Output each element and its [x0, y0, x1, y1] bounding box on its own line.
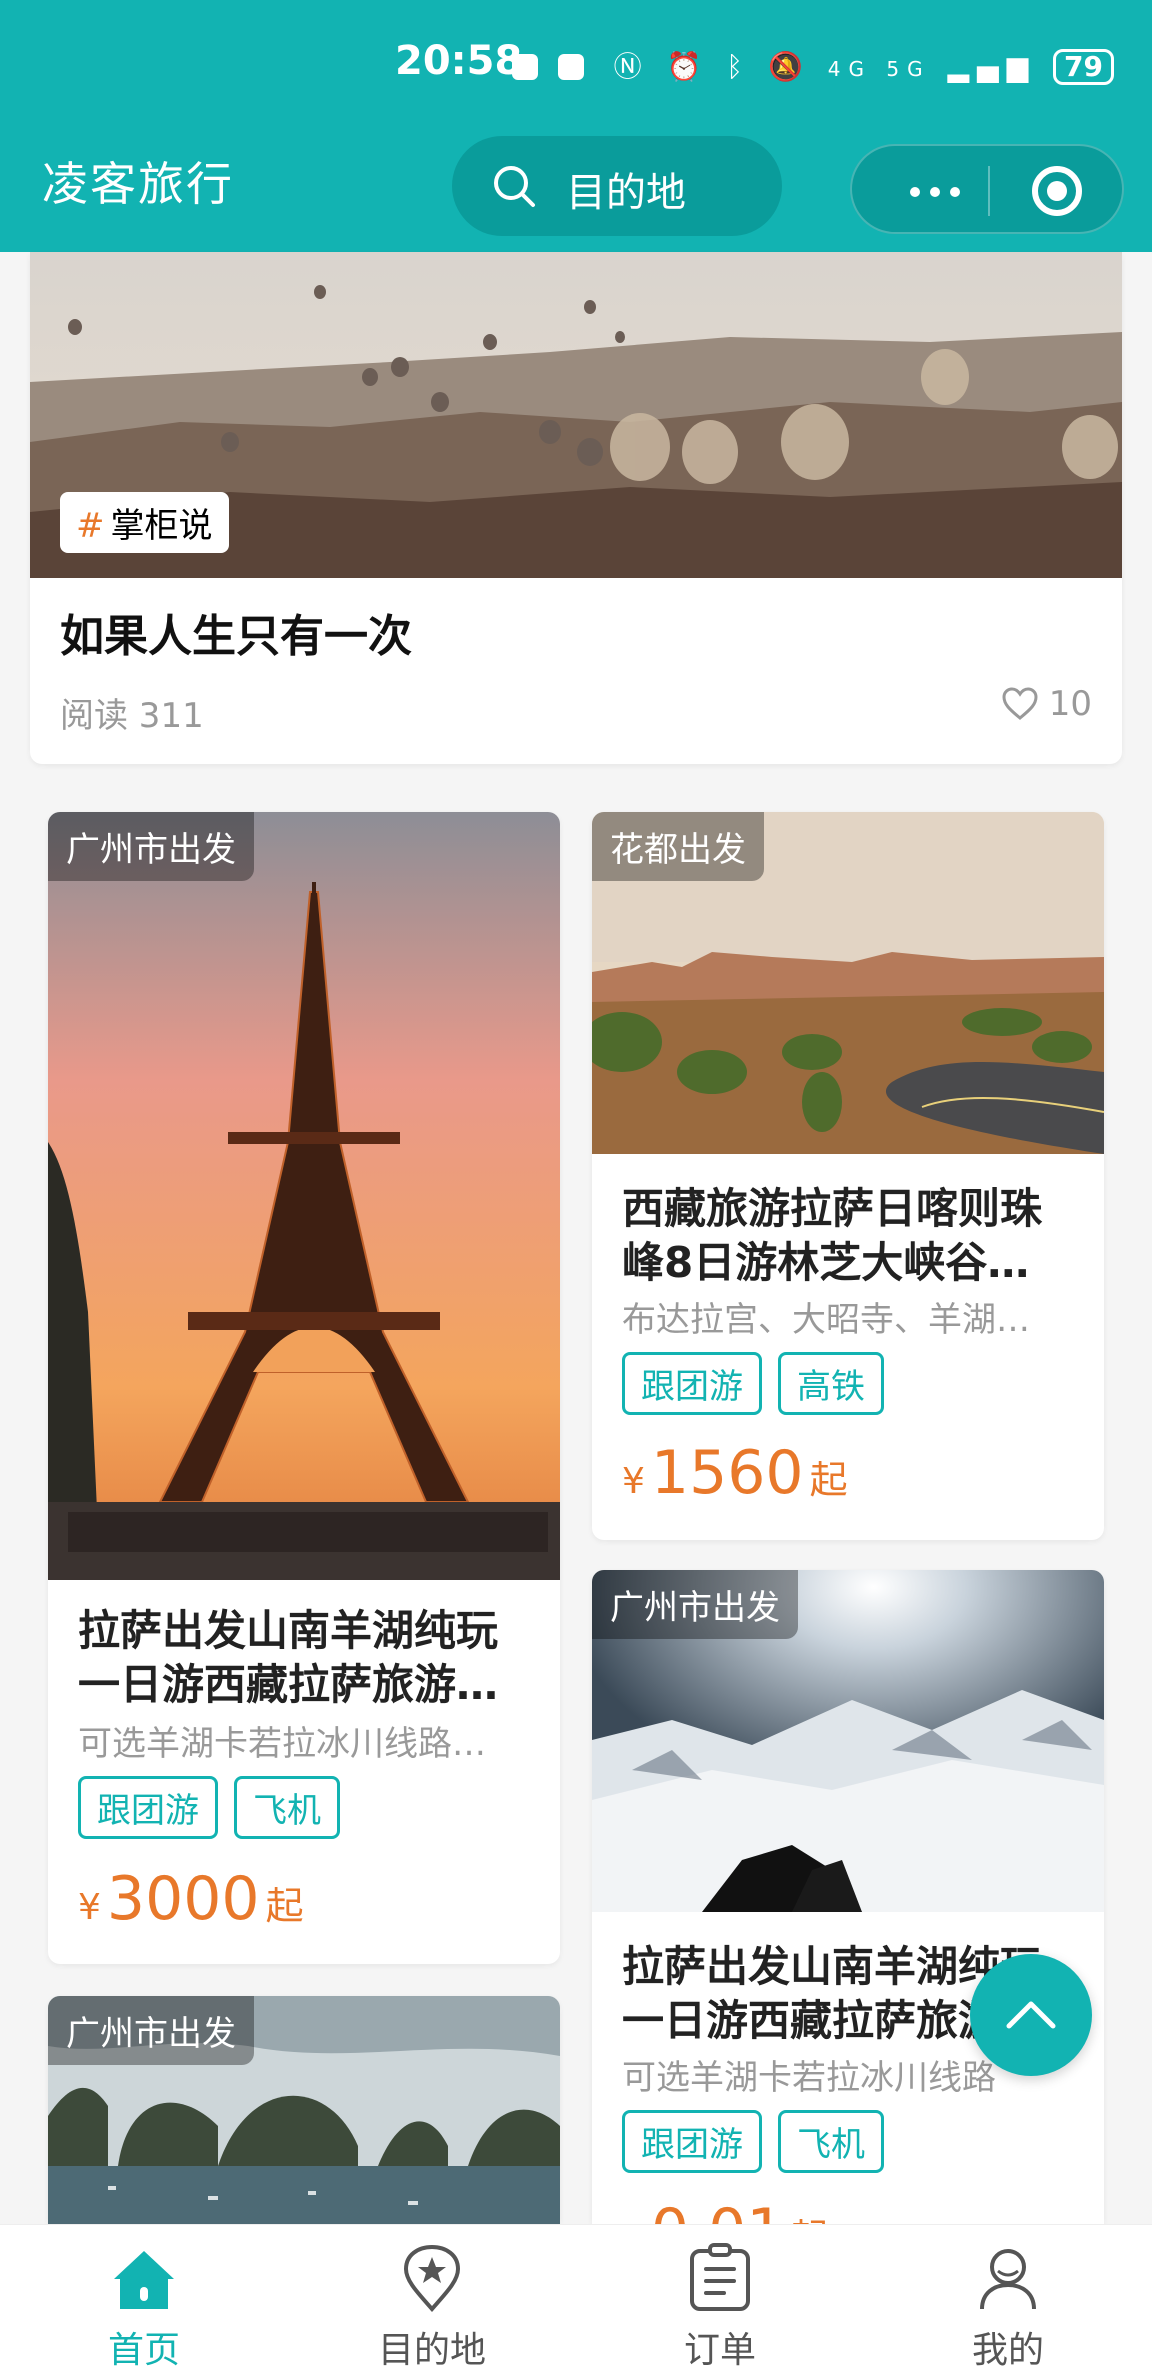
search-placeholder: 目的地	[566, 170, 686, 216]
tag-label: 掌柜说	[110, 506, 213, 546]
more-menu-icon[interactable]	[910, 182, 970, 201]
back-to-top-button[interactable]	[970, 1954, 1092, 2076]
top-bar: 20:58 Ⓝ ⏰ ᛒ 🔕 4G 5G ▂▄▆ 79 凌客旅行 目的地	[0, 0, 1152, 252]
brand-title: 凌客旅行	[42, 157, 234, 211]
mini-program-capsule	[850, 144, 1124, 234]
currency-symbol: ¥	[78, 1887, 101, 1928]
product-price: ¥0.01起	[622, 2196, 829, 2224]
departure-label: 花都出发	[592, 812, 764, 881]
product-title: 西藏旅游拉萨日喀则珠峰8日游林芝大峡谷…	[622, 1184, 1043, 1287]
home-icon	[114, 2251, 174, 2309]
article-title: 如果人生只有一次	[60, 611, 412, 662]
product-image: 花都出发	[592, 812, 1104, 1154]
article-image: # 掌柜说	[30, 252, 1122, 578]
product-badge: 跟团游	[622, 1352, 762, 1415]
departure-label: 广州市出发	[48, 812, 254, 881]
tab-label: 目的地	[377, 2330, 486, 2371]
departure-label: 广州市出发	[592, 1570, 798, 1639]
tag-hash: #	[76, 506, 105, 546]
app-notification-icon	[558, 54, 584, 80]
product-card[interactable]: 广州市出发 拉萨出发山南羊湖纯玩一日游西藏拉萨旅游 可选羊湖卡若拉冰川线路 跟团…	[592, 1570, 1104, 2224]
tab-orders[interactable]: 订单	[576, 2225, 864, 2377]
capsule-divider	[988, 166, 990, 216]
product-subtitle: 可选羊湖卡若拉冰川线路…	[78, 1724, 486, 1764]
product-badge: 飞机	[234, 1776, 340, 1839]
location-star-icon	[403, 2244, 461, 2313]
article-card[interactable]: # 掌柜说 如果人生只有一次 阅读 311 10	[30, 252, 1122, 764]
product-price: ¥1560 起	[622, 1438, 848, 1508]
tab-home[interactable]: 首页	[0, 2225, 288, 2377]
chevron-up-icon	[1006, 2001, 1056, 2029]
bottom-tab-bar: 首页 目的地 订单 我的	[0, 2224, 1152, 2377]
tab-label: 我的	[971, 2330, 1044, 2371]
tab-label: 订单	[683, 2330, 756, 2371]
battery-indicator: 79	[1053, 49, 1114, 85]
tab-profile[interactable]: 我的	[864, 2225, 1152, 2377]
search-icon	[494, 166, 535, 207]
product-badge: 跟团游	[78, 1776, 218, 1839]
product-badges: 跟团游 飞机	[78, 1776, 340, 1839]
departure-label: 广州市出发	[48, 1996, 254, 2065]
price-unit: 起	[809, 1458, 848, 1502]
wechat-notification-icon	[512, 54, 538, 80]
article-tag: # 掌柜说	[60, 492, 229, 553]
product-badge: 飞机	[778, 2110, 884, 2173]
price-unit: 起	[791, 2216, 829, 2224]
network-label: 4G 5G	[827, 57, 931, 81]
product-price: ¥3000 起	[78, 1864, 304, 1934]
product-image: 广州市出发	[48, 1996, 560, 2224]
product-badge: 高铁	[778, 1352, 884, 1415]
product-card[interactable]: 花都出发 西藏旅游拉萨日喀则珠峰8日游林芝大峡谷… 布达拉宫、大昭寺、羊湖… 跟…	[592, 812, 1104, 1540]
currency-symbol: ¥	[622, 1461, 645, 1502]
price-value: 3000	[106, 1864, 260, 1934]
nfc-icon: Ⓝ	[613, 50, 650, 83]
alarm-icon: ⏰	[666, 50, 710, 83]
tab-label: 首页	[107, 2330, 180, 2371]
tab-destination[interactable]: 目的地	[288, 2225, 576, 2377]
product-subtitle: 布达拉宫、大昭寺、羊湖…	[622, 1300, 1030, 1340]
article-likes[interactable]: 10	[1001, 684, 1092, 724]
product-badges: 跟团游 高铁	[622, 1352, 884, 1415]
signal-icon: ▂▄▆	[947, 50, 1037, 83]
product-badge: 跟团游	[622, 2110, 762, 2173]
likes-count: 10	[1048, 684, 1092, 724]
status-indicators: Ⓝ ⏰ ᛒ 🔕 4G 5G ▂▄▆ 79	[614, 45, 1114, 85]
article-reads: 阅读 311	[60, 696, 204, 736]
profile-icon	[980, 2249, 1036, 2310]
eiffel-tower-image	[48, 812, 560, 1580]
price-unit: 起	[265, 1884, 304, 1928]
status-bar: 20:58 Ⓝ ⏰ ᛒ 🔕 4G 5G ▂▄▆ 79	[0, 0, 1152, 130]
product-card[interactable]: 广州市出发 拉萨出发山南羊湖纯玩一日游西藏拉萨旅游… 可选羊湖卡若拉冰川线路… …	[48, 812, 560, 1964]
bluetooth-icon: ᛒ	[726, 50, 752, 83]
product-badges: 跟团游 飞机	[622, 2110, 884, 2173]
close-program-icon[interactable]	[1032, 166, 1082, 216]
price-value: 0.01	[651, 2196, 785, 2224]
product-card[interactable]: 广州市出发	[48, 1996, 560, 2224]
product-title: 拉萨出发山南羊湖纯玩一日游西藏拉萨旅游…	[78, 1606, 499, 1709]
product-image: 广州市出发	[48, 812, 560, 1580]
product-image: 广州市出发	[592, 1570, 1104, 1912]
mute-icon: 🔕	[768, 50, 811, 83]
heart-icon	[1002, 687, 1038, 720]
search-bar[interactable]: 目的地	[452, 136, 782, 236]
price-value: 1560	[650, 1438, 804, 1508]
status-time: 20:58	[395, 38, 523, 84]
order-list-icon	[690, 2243, 750, 2311]
